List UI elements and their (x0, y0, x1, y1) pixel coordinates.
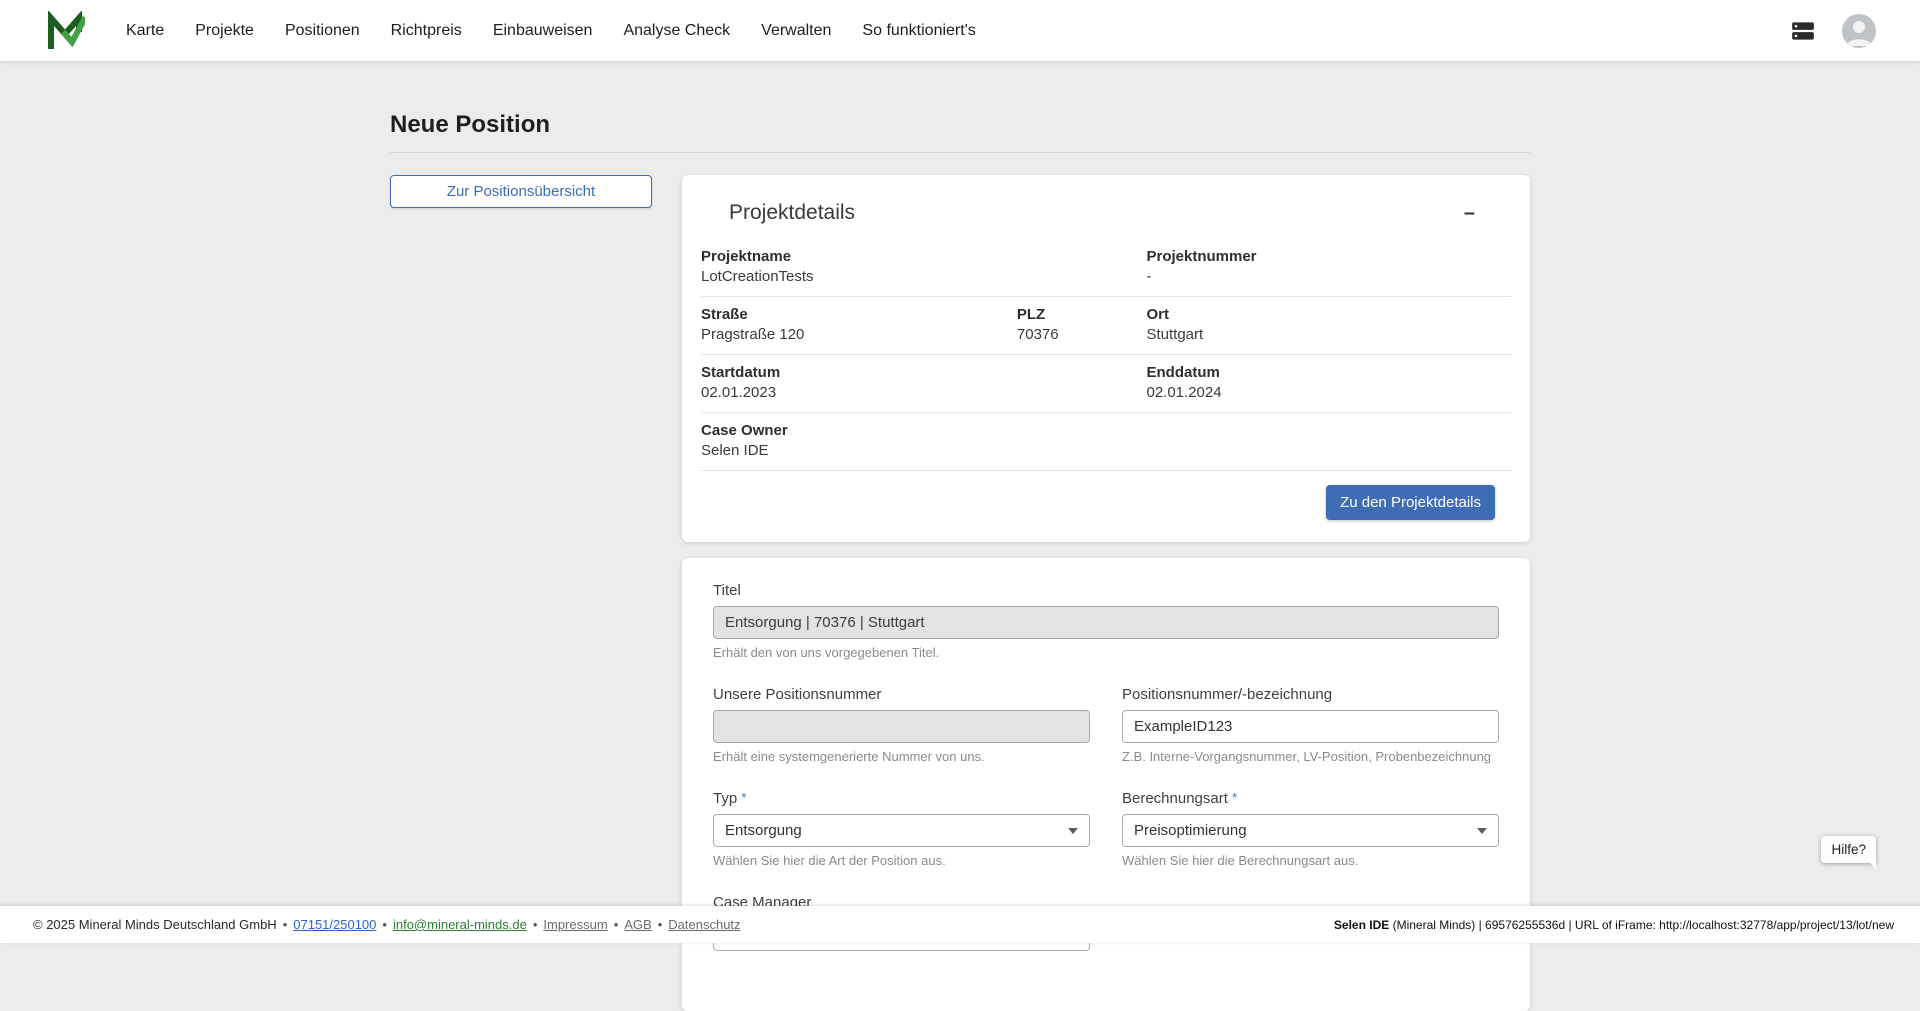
chevron-down-icon (1477, 828, 1487, 834)
main-content: Neue Position Zur Positionsübersicht Pro… (0, 61, 1920, 943)
project-details-header: Projektdetails – (701, 199, 1511, 227)
main-nav: Karte Projekte Positionen Richtpreis Ein… (114, 14, 988, 48)
server-icon[interactable] (1790, 18, 1816, 44)
logo-icon (45, 11, 85, 51)
berechnungsart-helper: Wählen Sie hier die Berechnungsart aus. (1122, 853, 1499, 868)
nav-item-positionen[interactable]: Positionen (273, 14, 372, 48)
footer-agb-link[interactable]: AGB (624, 917, 651, 932)
case-owner-label: Case Owner (701, 422, 1017, 439)
typ-group: Typ * Entsorgung Wählen Sie hier die Art… (713, 790, 1090, 868)
positionsnummer-group: Positionsnummer/-bezeichnung Z.B. Intern… (1122, 686, 1499, 764)
project-details-card: Projektdetails – Projektname LotCreation… (682, 175, 1530, 542)
right-column: Projektdetails – Projektname LotCreation… (682, 175, 1530, 1011)
mineral-minds-logo[interactable] (44, 10, 86, 52)
positionsnummer-input[interactable] (1122, 710, 1499, 743)
position-overview-button[interactable]: Zur Positionsübersicht (390, 175, 652, 208)
startdatum-value: 02.01.2023 (701, 384, 1017, 401)
ort-label: Ort (1146, 306, 1511, 323)
nav-item-analyse-check[interactable]: Analyse Check (611, 14, 742, 48)
user-avatar[interactable] (1842, 14, 1876, 48)
berechnungsart-group: Berechnungsart * Preisoptimierung Wählen… (1122, 790, 1499, 868)
footer-user-name: Selen IDE (1334, 918, 1389, 932)
help-button[interactable]: Hilfe? (1821, 836, 1876, 863)
chevron-down-icon (1068, 828, 1078, 834)
footer-impressum-link[interactable]: Impressum (543, 917, 607, 932)
projektnummer-value: - (1146, 268, 1511, 285)
positionsnummer-label: Positionsnummer/-bezeichnung (1122, 686, 1499, 703)
berechnungsart-select[interactable]: Preisoptimierung (1122, 814, 1499, 847)
footer-copyright: © 2025 Mineral Minds Deutschland GmbH (33, 917, 277, 932)
titel-input (713, 606, 1499, 639)
berechnungsart-required-asterisk: * (1232, 790, 1237, 805)
footer-separator: • (283, 917, 288, 932)
nav-item-einbauweisen[interactable]: Einbauweisen (481, 14, 605, 48)
ort-value: Stuttgart (1146, 326, 1511, 343)
positionsnummer-helper: Z.B. Interne-Vorgangsnummer, LV-Position… (1122, 749, 1499, 764)
footer-session-details: (Mineral Minds) | 69576255536d | URL of … (1389, 918, 1894, 932)
title-divider (390, 152, 1530, 153)
footer-separator: • (658, 917, 663, 932)
typ-required-asterisk: * (741, 790, 746, 805)
unsere-positionsnummer-group: Unsere Positionsnummer Erhält eine syste… (713, 686, 1090, 764)
typ-select-value: Entsorgung (725, 822, 802, 839)
footer-email-link[interactable]: info@mineral-minds.de (393, 917, 527, 932)
unsere-positionsnummer-helper: Erhält eine systemgenerierte Nummer von … (713, 749, 1090, 764)
typ-select[interactable]: Entsorgung (713, 814, 1090, 847)
plz-label: PLZ (1017, 306, 1147, 323)
footer-separator: • (614, 917, 619, 932)
project-details-button[interactable]: Zu den Projektdetails (1326, 485, 1495, 520)
footer-separator: • (382, 917, 387, 932)
projektname-label: Projektname (701, 248, 1017, 265)
nav-item-so-funktionierts[interactable]: So funktioniert's (850, 14, 987, 48)
projektname-value: LotCreationTests (701, 268, 1017, 285)
startdatum-label: Startdatum (701, 364, 1017, 381)
unsere-positionsnummer-label: Unsere Positionsnummer (713, 686, 1090, 703)
project-details-table: Projektname LotCreationTests Projektnumm… (701, 239, 1511, 471)
typ-label-text: Typ (713, 790, 737, 807)
projektnummer-label: Projektnummer (1146, 248, 1511, 265)
footer-session-info: Selen IDE (Mineral Minds) | 69576255536d… (1334, 918, 1894, 932)
project-details-actions: Zu den Projektdetails (701, 485, 1495, 520)
table-row: Projektname LotCreationTests Projektnumm… (701, 239, 1511, 296)
titel-helper: Erhält den von uns vorgegebenen Titel. (713, 645, 1499, 660)
footer: © 2025 Mineral Minds Deutschland GmbH • … (0, 906, 1920, 943)
collapse-button[interactable]: – (1456, 199, 1483, 227)
enddatum-label: Enddatum (1146, 364, 1511, 381)
footer-left: © 2025 Mineral Minds Deutschland GmbH • … (33, 917, 741, 932)
typ-label: Typ * (713, 790, 1090, 807)
footer-phone-link[interactable]: 07151/250100 (293, 917, 376, 932)
berechnungsart-label: Berechnungsart * (1122, 790, 1499, 807)
nav-item-projekte[interactable]: Projekte (183, 14, 266, 48)
footer-datenschutz-link[interactable]: Datenschutz (668, 917, 740, 932)
enddatum-value: 02.01.2024 (1146, 384, 1511, 401)
nav-right-actions (1790, 14, 1876, 48)
typ-helper: Wählen Sie hier die Art der Position aus… (713, 853, 1090, 868)
nav-item-richtpreis[interactable]: Richtpreis (379, 14, 474, 48)
top-navigation: Karte Projekte Positionen Richtpreis Ein… (0, 0, 1920, 61)
project-details-title: Projektdetails (729, 201, 855, 225)
footer-separator: • (533, 917, 538, 932)
berechnungsart-label-text: Berechnungsart (1122, 790, 1228, 807)
titel-label: Titel (713, 582, 1499, 599)
plz-value: 70376 (1017, 326, 1147, 343)
table-row: Startdatum 02.01.2023 Enddatum 02.01.202… (701, 354, 1511, 412)
table-row: Straße Pragstraße 120 PLZ 70376 Ort Stut… (701, 296, 1511, 354)
case-owner-value: Selen IDE (701, 442, 1017, 459)
unsere-positionsnummer-input (713, 710, 1090, 743)
strasse-label: Straße (701, 306, 1017, 323)
titel-group: Titel Erhält den von uns vorgegebenen Ti… (713, 582, 1499, 660)
left-column: Zur Positionsübersicht (390, 175, 652, 208)
nav-item-verwalten[interactable]: Verwalten (749, 14, 843, 48)
berechnungsart-select-value: Preisoptimierung (1134, 822, 1247, 839)
position-form-card: Titel Erhält den von uns vorgegebenen Ti… (682, 558, 1530, 1011)
table-row: Case Owner Selen IDE (701, 412, 1511, 471)
person-icon (1842, 14, 1876, 48)
nav-item-karte[interactable]: Karte (114, 14, 176, 48)
strasse-value: Pragstraße 120 (701, 326, 1017, 343)
page-title: Neue Position (390, 111, 1530, 139)
